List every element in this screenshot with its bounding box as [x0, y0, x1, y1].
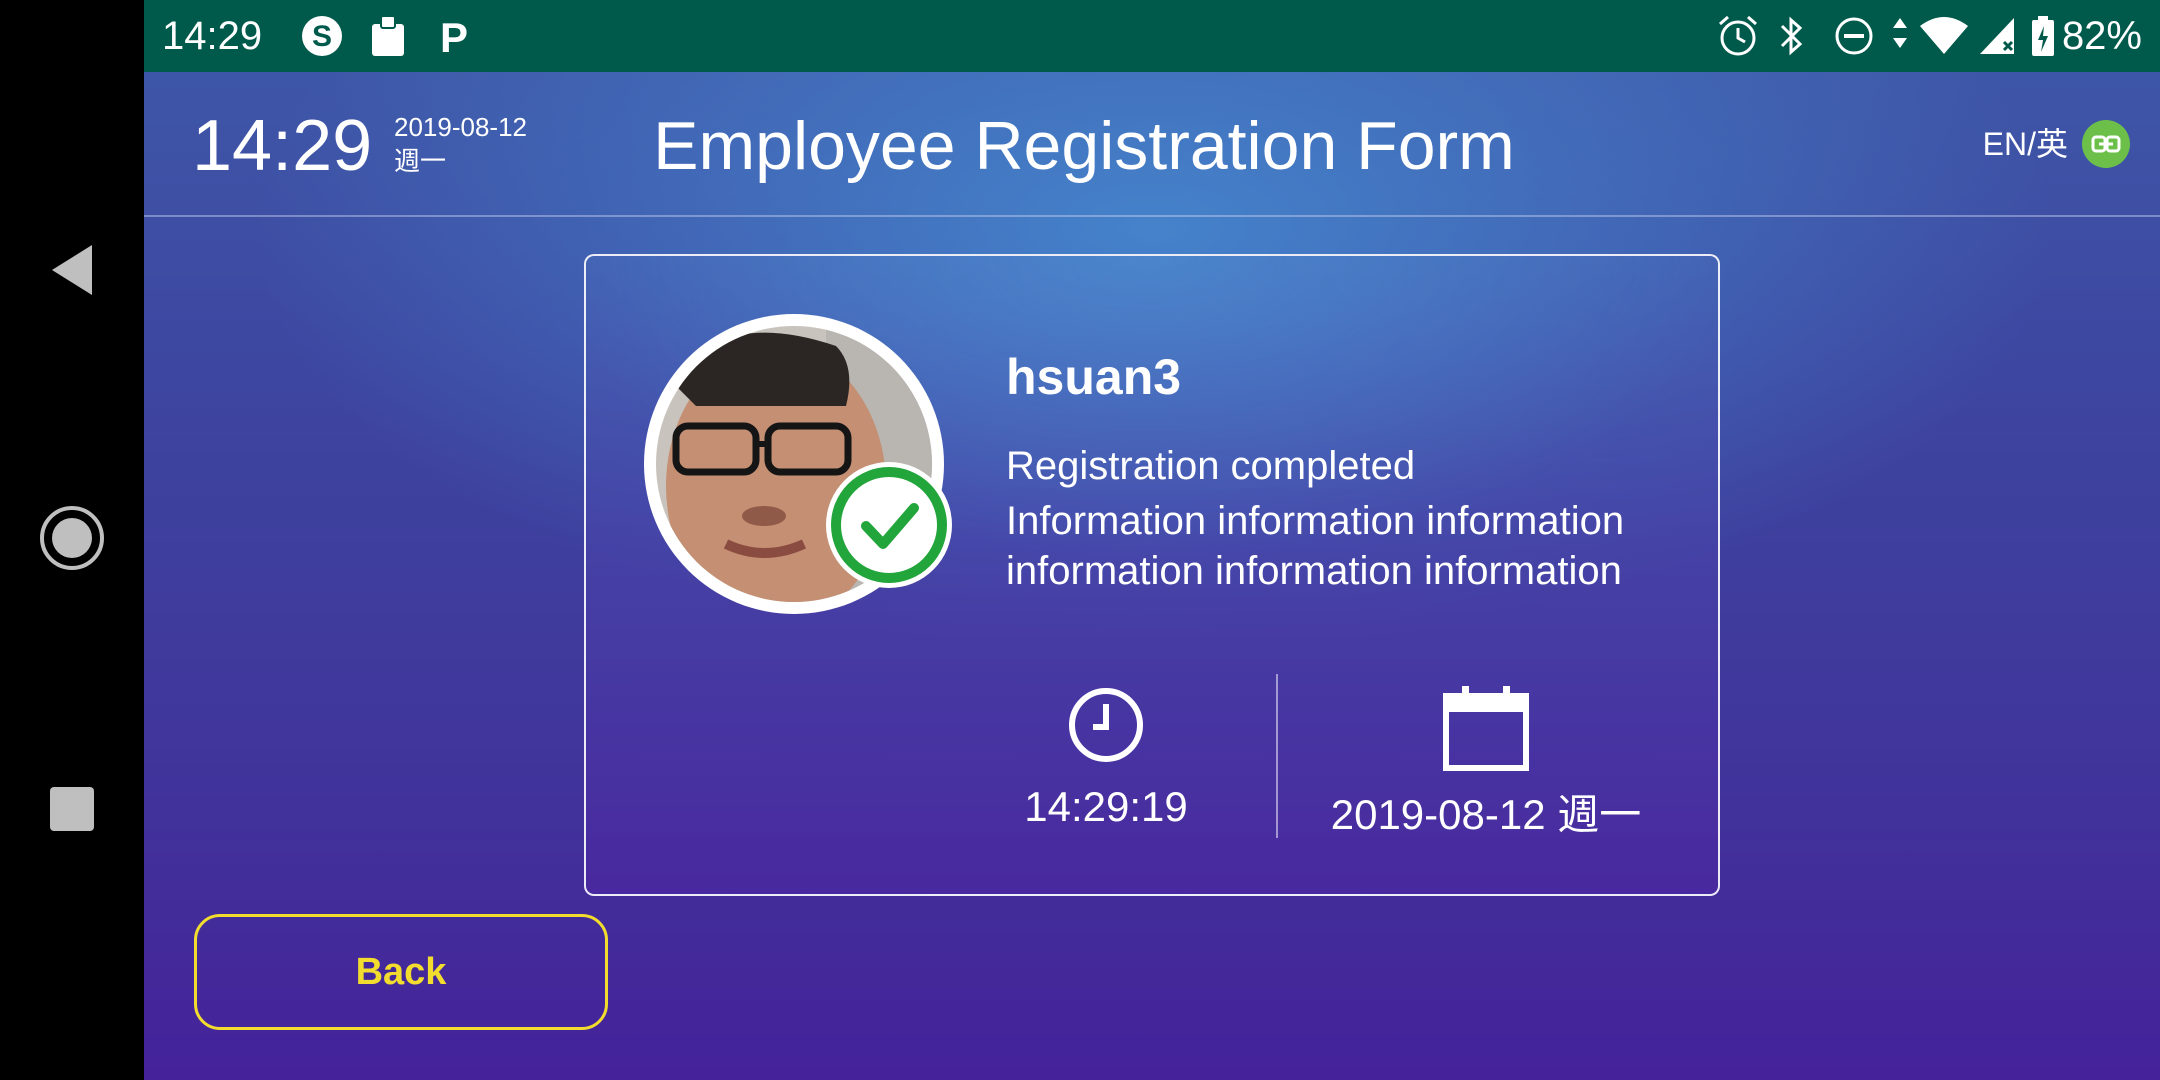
- success-check-badge: [826, 462, 952, 588]
- bluetooth-icon: [1780, 16, 1803, 56]
- back-button[interactable]: Back: [194, 914, 608, 1030]
- parking-icon: P: [440, 14, 468, 58]
- link-icon: [2082, 120, 2130, 168]
- back-triangle-icon: [52, 245, 92, 295]
- status-time: 14:29: [162, 14, 263, 58]
- svg-text:P: P: [440, 14, 468, 58]
- language-switch[interactable]: EN/英: [1983, 120, 2130, 168]
- svg-text:S: S: [312, 20, 332, 53]
- page-title: Employee Registration Form: [653, 108, 1515, 184]
- registration-date: 2019-08-12 週一: [1326, 686, 1646, 841]
- back-nav-button[interactable]: [28, 226, 116, 314]
- header-clock: 14:29: [192, 106, 373, 186]
- employee-name: hsuan3: [1006, 349, 1182, 405]
- recents-nav-button[interactable]: [28, 765, 116, 853]
- avatar: [644, 314, 952, 614]
- battery-percent: 82%: [2061, 14, 2142, 58]
- data-arrows-icon: [1893, 18, 1907, 48]
- wifi-icon: [1920, 17, 1968, 54]
- check-icon: [831, 467, 947, 583]
- registration-status: Registration completed: [1006, 444, 1416, 488]
- battery-icon: [2032, 16, 2054, 56]
- registration-result-card: hsuan3 Registration completed Informatio…: [584, 254, 1720, 896]
- app-screen: 14:29 S P 82% 14:29 2019-08-12 週一 Employ…: [144, 0, 2160, 1080]
- signal-icon: [1980, 18, 2014, 54]
- header-weekday: 週一: [394, 146, 447, 176]
- status-bar: 14:29 S P 82%: [144, 0, 2160, 72]
- clock-icon: [1069, 688, 1143, 762]
- home-nav-button[interactable]: [28, 494, 116, 582]
- registration-date-value: 2019-08-12 週一: [1330, 791, 1642, 838]
- language-label: EN/英: [1982, 126, 2068, 162]
- employee-info: Information information information info…: [1006, 499, 1625, 593]
- header-divider: [144, 215, 2160, 217]
- registration-time-value: 14:29:19: [1024, 783, 1188, 830]
- dnd-icon: [1835, 17, 1873, 55]
- home-circle-icon: [40, 506, 104, 570]
- s-coin-icon: S: [302, 16, 342, 56]
- clipboard-icon: [372, 15, 404, 56]
- recents-square-icon: [50, 787, 94, 831]
- system-nav-bar: [0, 0, 144, 1080]
- meta-divider: [1276, 674, 1278, 838]
- registration-time: 14:29:19: [1006, 686, 1206, 833]
- header-date-value: 2019-08-12: [394, 112, 527, 142]
- header-date: 2019-08-12 週一: [394, 110, 527, 178]
- alarm-icon: [1719, 15, 1757, 56]
- calendar-icon: [1443, 686, 1529, 771]
